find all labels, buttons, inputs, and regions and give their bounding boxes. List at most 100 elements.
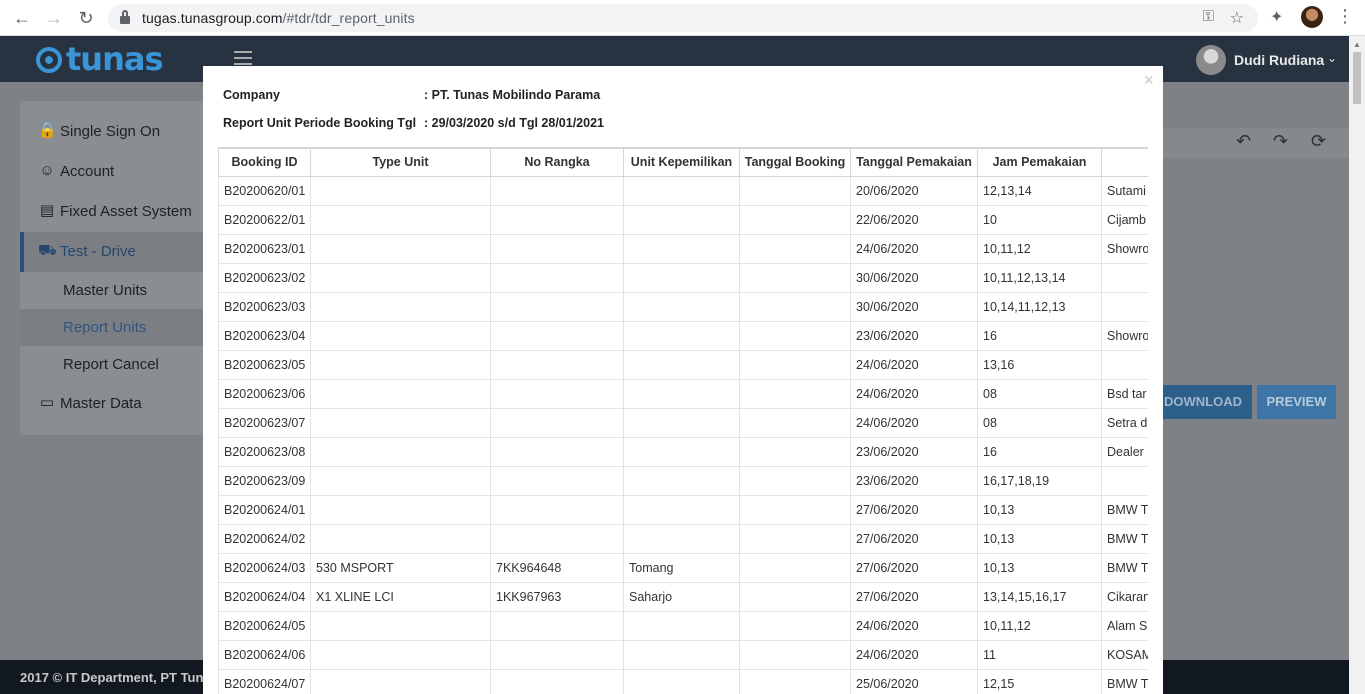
sidebar-item-account[interactable]: ☺ Account: [20, 152, 204, 192]
table-cell: [310, 610, 491, 641]
table-row: B20200624/02 27/06/2020 10,13 BMW T: [218, 523, 1148, 554]
key-icon[interactable]: ⚿: [1203, 8, 1214, 25]
table-cell: [623, 175, 740, 206]
table-cell: B20200624/07: [218, 668, 311, 694]
sidebar-subitem-report-units[interactable]: Report Units: [20, 309, 204, 346]
table-cell: [490, 436, 624, 467]
download-button[interactable]: DOWNLOAD: [1154, 385, 1252, 419]
extensions-puzzle-icon[interactable]: ✦: [1270, 7, 1283, 27]
table-cell: 10,11,12: [977, 610, 1102, 641]
table-cell: 24/06/2020: [850, 407, 978, 438]
table-cell: [490, 349, 624, 380]
table-cell: 24/06/2020: [850, 349, 978, 380]
user-name[interactable]: Dudi Rudiana: [1234, 52, 1324, 68]
table-cell: B20200623/06: [218, 378, 311, 409]
star-icon[interactable]: ☆: [1230, 8, 1244, 28]
table-row: B20200623/05 24/06/2020 13,16: [218, 349, 1148, 380]
scroll-up-icon[interactable]: ▲: [1353, 40, 1361, 49]
table-row: B20200623/01 24/06/2020 10,11,12 Showro: [218, 233, 1148, 264]
table-cell: [623, 291, 740, 322]
table-cell: [739, 320, 851, 351]
hamburger-menu-icon[interactable]: [234, 51, 252, 65]
scrollbar-thumb[interactable]: [1353, 52, 1361, 104]
table-cell: [490, 668, 624, 694]
table-cell: 08: [977, 407, 1102, 438]
table-cell: 20/06/2020: [850, 175, 978, 206]
table-cell: B20200623/05: [218, 349, 311, 380]
table-cell: 24/06/2020: [850, 233, 978, 264]
page-scrollbar[interactable]: ▲: [1349, 36, 1365, 694]
table-cell: 10,14,11,12,13: [977, 291, 1102, 322]
table-cell: B20200620/01: [218, 175, 311, 206]
sidebar-subitem-report-cancel[interactable]: Report Cancel: [20, 346, 204, 383]
table-cell: [490, 465, 624, 496]
back-arrow-icon[interactable]: ←: [10, 6, 34, 30]
table-cell: 10,11,12,13,14: [977, 262, 1102, 293]
table-row: B20200623/08 23/06/2020 16 Dealer: [218, 436, 1148, 467]
table-cell: [739, 465, 851, 496]
sidebar-item-label: Fixed Asset System: [60, 203, 192, 220]
sidebar-item-master-data[interactable]: ▭ Master Data: [20, 384, 204, 424]
sidebar-subitem-master-units[interactable]: Master Units: [20, 272, 204, 309]
table-cell: Showro: [1101, 320, 1148, 351]
table-cell: 23/06/2020: [850, 465, 978, 496]
forward-arrow-icon[interactable]: →: [42, 6, 66, 30]
table-cell: [739, 204, 851, 235]
table-cell: BMW T: [1101, 494, 1148, 525]
table-cell: 11: [977, 639, 1102, 670]
tunas-logo[interactable]: tunas: [36, 42, 163, 76]
table-cell: [310, 378, 491, 409]
table-cell: [739, 436, 851, 467]
sidebar-item-label: Single Sign On: [60, 123, 161, 140]
table-body: B20200620/01 20/06/2020 12,13,14 Sutami B202…: [218, 175, 1148, 694]
table-row: B20200623/02 30/06/2020 10,11,12,13,14: [218, 262, 1148, 293]
car-icon: ⛟: [38, 242, 57, 259]
browser-menu-icon[interactable]: ⋮: [1336, 6, 1354, 27]
table-cell: 10,13: [977, 523, 1102, 554]
report-table-container[interactable]: Booking ID Type Unit No Rangka Unit Kepemil…: [218, 147, 1148, 694]
table-row: B20200623/09 23/06/2020 16,17,18,19: [218, 465, 1148, 496]
table-cell: 23/06/2020: [850, 320, 978, 351]
table-cell: [623, 639, 740, 670]
user-avatar[interactable]: [1196, 45, 1226, 75]
tunas-logo-mark-icon: [36, 47, 62, 73]
table-cell: [490, 378, 624, 409]
table-cell: 30/06/2020: [850, 262, 978, 293]
table-cell: B20200624/05: [218, 610, 311, 641]
close-icon[interactable]: ×: [1143, 70, 1154, 91]
table-cell: [310, 436, 491, 467]
sidebar-item-test-drive[interactable]: ⛟ Test - Drive: [20, 232, 204, 272]
table-row: B20200623/03 30/06/2020 10,14,11,12,13: [218, 291, 1148, 322]
chevron-down-icon[interactable]: ⌄: [1327, 51, 1337, 65]
sidebar-item-single-sign-on[interactable]: 🔒 Single Sign On: [20, 112, 204, 152]
table-cell: [739, 494, 851, 525]
table-cell: 24/06/2020: [850, 378, 978, 409]
table-cell: [739, 233, 851, 264]
preview-button[interactable]: PREVIEW: [1257, 385, 1336, 419]
report-modal: × Company : PT. Tunas Mobilindo Parama R…: [203, 66, 1163, 694]
table-row: B20200622/01 22/06/2020 10 Cijamb: [218, 204, 1148, 235]
table-cell: B20200623/04: [218, 320, 311, 351]
table-cell: Alam S: [1101, 610, 1148, 641]
reload-icon[interactable]: ↻: [74, 6, 98, 30]
table-cell: [1101, 349, 1148, 380]
table-cell: BMW T: [1101, 668, 1148, 694]
table-cell: [623, 523, 740, 554]
table-cell: [310, 639, 491, 670]
address-bar[interactable]: tugas.tunasgroup.com/#tdr/tdr_report_uni…: [108, 4, 1258, 32]
table-cell: [623, 204, 740, 235]
table-cell: 13,16: [977, 349, 1102, 380]
undo-icon[interactable]: ↶: [1236, 131, 1251, 152]
sidebar-item-fixed-asset-system[interactable]: ▤ Fixed Asset System: [20, 192, 204, 232]
browser-profile-avatar[interactable]: [1301, 6, 1323, 28]
table-row: B20200624/06 24/06/2020 11 KOSAM: [218, 639, 1148, 670]
table-cell: [310, 175, 491, 206]
table-cell: 530 MSPORT: [310, 552, 491, 583]
redo-icon[interactable]: ↷: [1273, 131, 1288, 152]
table-cell: 25/06/2020: [850, 668, 978, 694]
table-cell: B20200623/01: [218, 233, 311, 264]
table-row: B20200623/06 24/06/2020 08 Bsd tar: [218, 378, 1148, 409]
refresh-icon[interactable]: ⟳: [1311, 131, 1326, 152]
table-cell: [623, 262, 740, 293]
table-cell: 16: [977, 436, 1102, 467]
